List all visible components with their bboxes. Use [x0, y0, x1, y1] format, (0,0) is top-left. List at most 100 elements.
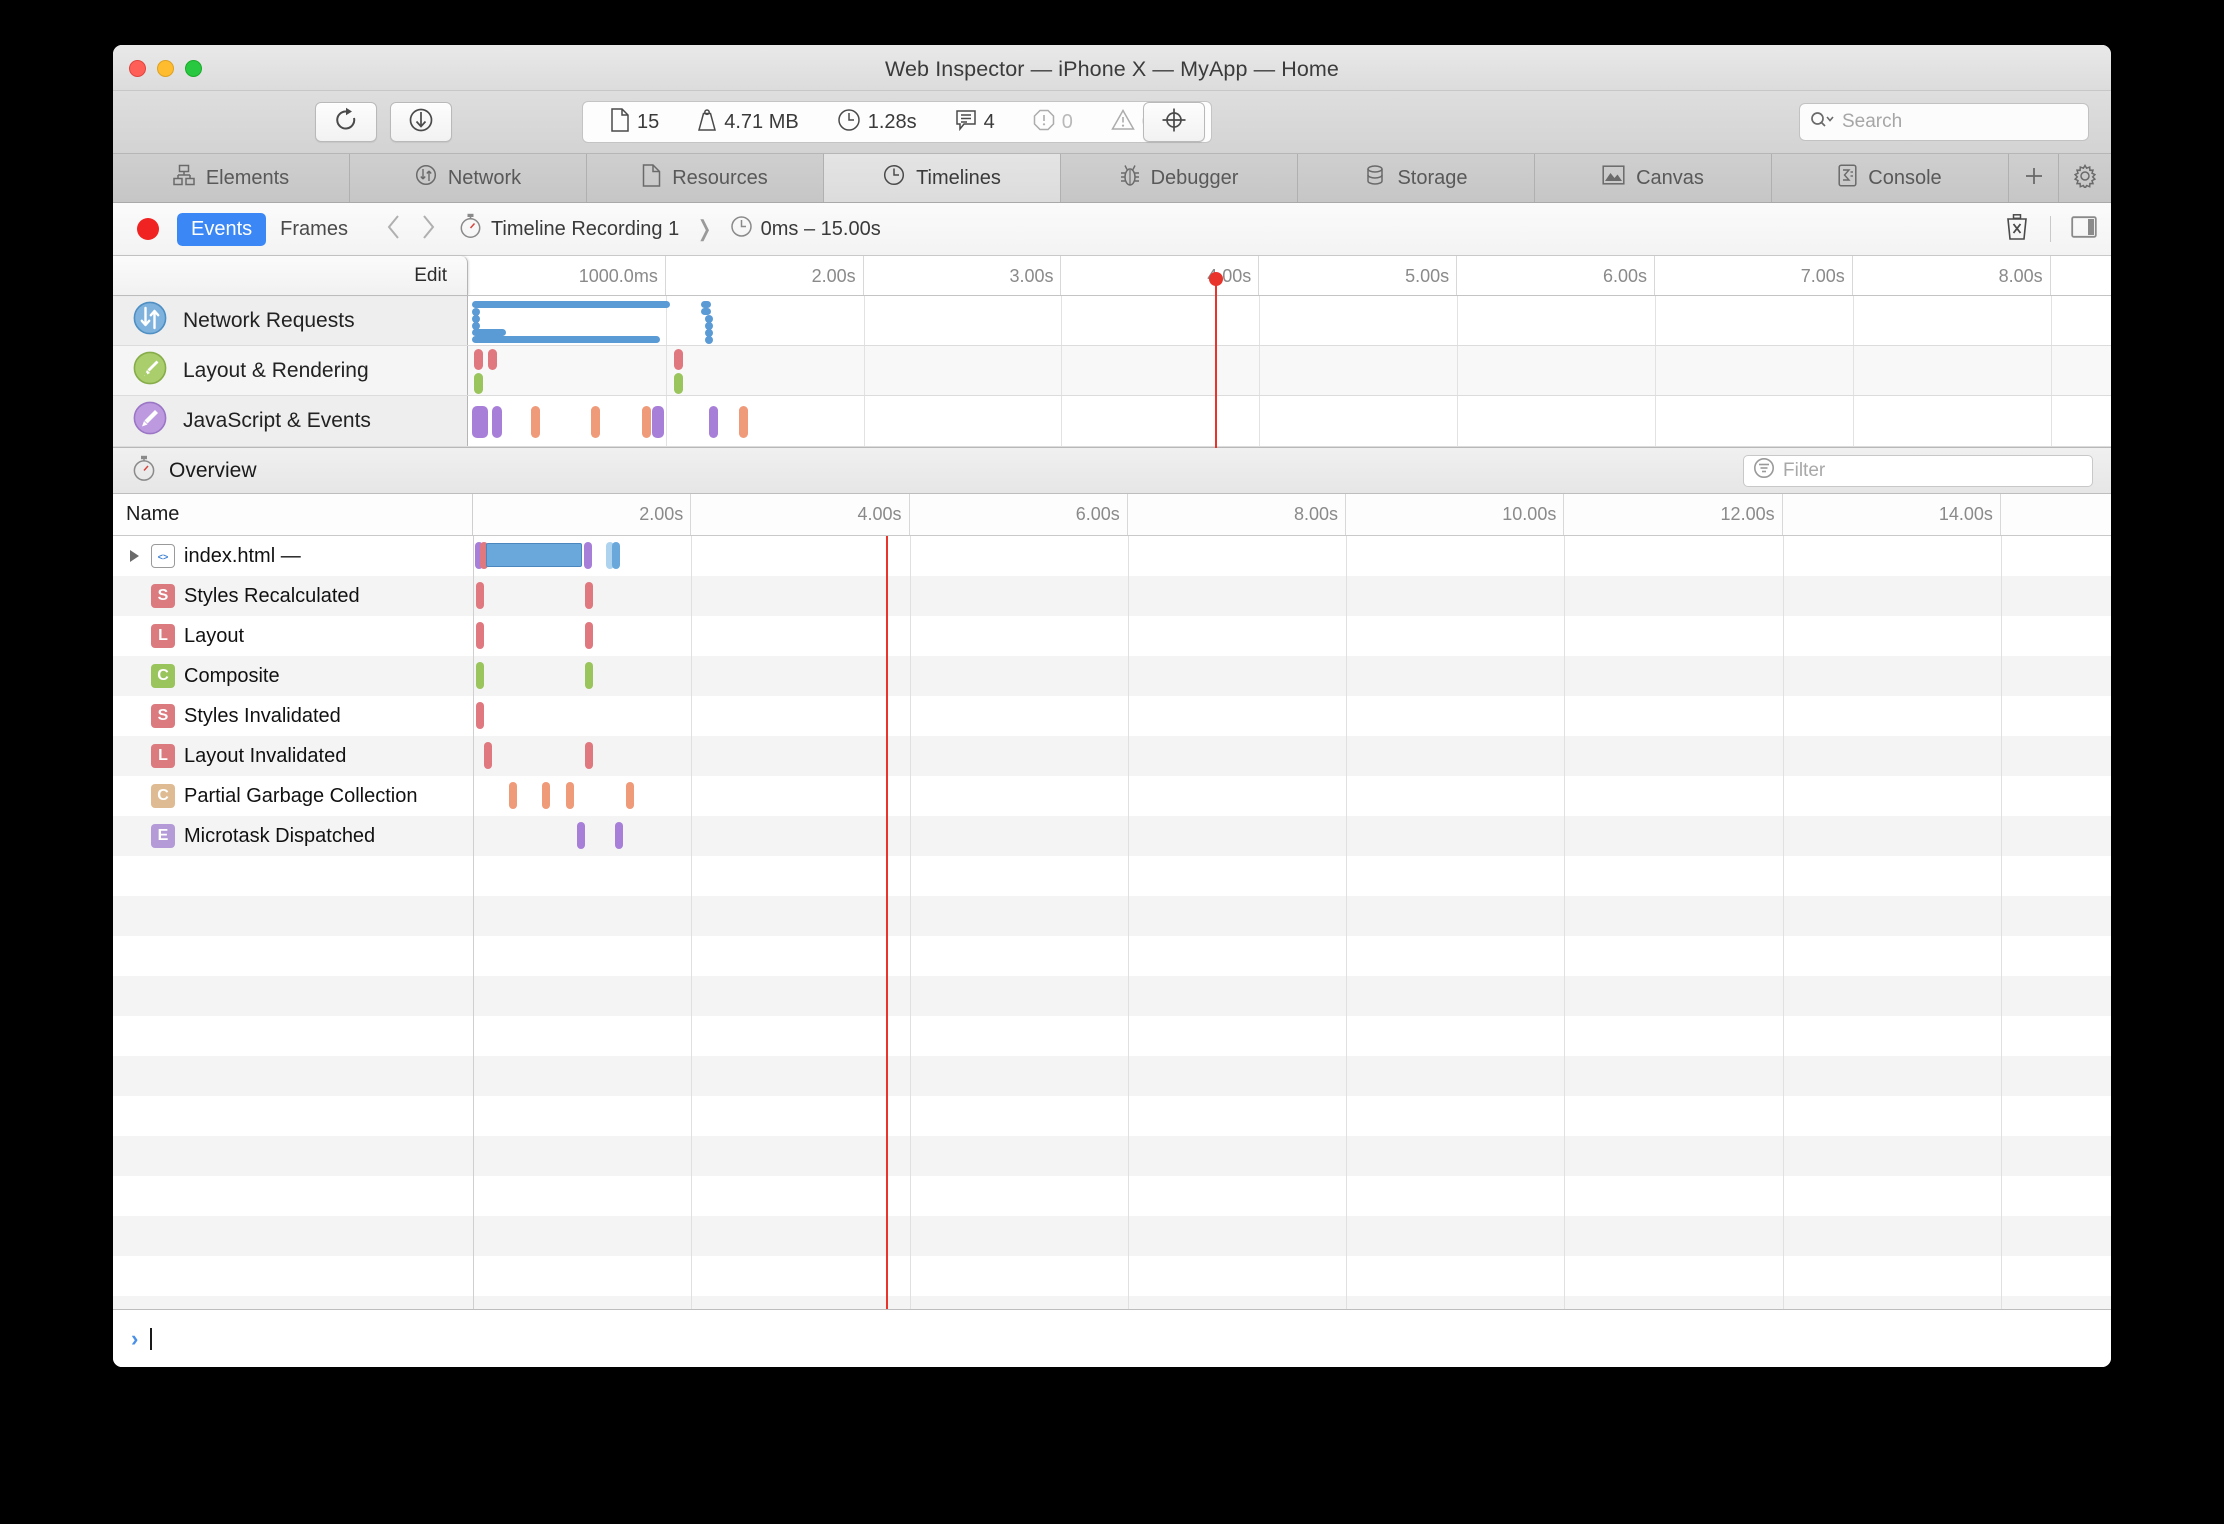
detail-span-block[interactable] [486, 543, 583, 567]
column-header-name[interactable]: Name [113, 494, 473, 535]
script-event-bar[interactable] [590, 406, 600, 438]
network-request-bar[interactable] [705, 336, 714, 344]
detail-event-mark[interactable] [565, 782, 574, 809]
tab-storage[interactable]: Storage [1298, 154, 1535, 202]
detail-event-mark[interactable] [585, 742, 594, 769]
script-event-bar[interactable] [651, 406, 664, 438]
table-row[interactable]: S Styles Recalculated [113, 576, 2111, 616]
recording-name[interactable]: Timeline Recording 1 [491, 218, 679, 241]
network-request-bar[interactable] [471, 301, 670, 308]
inspect-target-icon [1161, 107, 1187, 138]
detail-event-mark[interactable] [476, 662, 485, 689]
split-pane-icon[interactable] [2071, 214, 2097, 245]
detail-event-mark[interactable] [614, 822, 623, 849]
detail-row-track[interactable] [473, 536, 2111, 576]
add-tab-button[interactable] [2009, 154, 2059, 202]
detail-row-name-cell: L Layout [113, 624, 473, 648]
resources-icon [642, 163, 661, 193]
overview-scrubber[interactable] [1208, 272, 1223, 448]
detail-event-mark[interactable] [541, 782, 550, 809]
table-row[interactable]: S Styles Invalidated [113, 696, 2111, 736]
stopwatch-icon [458, 213, 483, 245]
table-row[interactable]: C Composite [113, 656, 2111, 696]
overview-row-layout[interactable]: Layout & Rendering [113, 346, 2111, 396]
layout-event-bar[interactable] [473, 349, 483, 370]
tab-console[interactable]: Console [1772, 154, 2009, 202]
detail-table-body[interactable]: <> index.html — S Styles Recalculated L Layou… [113, 536, 2111, 1309]
chevron-right-icon[interactable] [420, 214, 436, 245]
chevron-left-icon[interactable] [386, 214, 402, 245]
overview-edit-button[interactable]: Edit [113, 256, 468, 295]
view-mode-events[interactable]: Events [177, 212, 267, 246]
event-type-badge: E [151, 824, 175, 848]
inspector-settings-button[interactable] [2059, 154, 2111, 202]
detail-event-mark[interactable] [476, 582, 485, 609]
search-field[interactable]: Search [1799, 103, 2089, 141]
record-dot-icon[interactable] [137, 218, 159, 240]
detail-event-mark[interactable] [625, 782, 634, 809]
detail-row-track[interactable] [473, 616, 2111, 656]
detail-row-track[interactable] [473, 576, 2111, 616]
script-event-bar[interactable] [471, 406, 488, 438]
table-row[interactable]: E Microtask Dispatched [113, 816, 2111, 856]
inspect-element-button[interactable] [1143, 102, 1205, 142]
detail-event-mark[interactable] [476, 702, 485, 729]
script-event-bar[interactable] [739, 406, 749, 438]
scrubber-handle[interactable] [1208, 272, 1223, 286]
detail-event-mark[interactable] [576, 822, 585, 849]
script-event-bar[interactable] [642, 406, 652, 438]
overview-row-javascript[interactable]: JavaScript & Events [113, 396, 2111, 447]
message-icon [955, 109, 977, 136]
script-event-bar[interactable] [709, 406, 719, 438]
layout-event-bar[interactable] [487, 349, 497, 370]
reload-button[interactable] [315, 102, 377, 142]
tab-canvas[interactable]: Canvas [1535, 154, 1772, 202]
detail-event-mark[interactable] [611, 542, 620, 569]
overview-row-network[interactable]: Network Requests [113, 296, 2111, 346]
detail-row-track[interactable] [473, 696, 2111, 736]
overview-row-javascript-graph[interactable] [468, 396, 2111, 446]
filter-placeholder: Filter [1783, 459, 1826, 481]
detail-event-mark[interactable] [585, 582, 594, 609]
detail-event-mark[interactable] [483, 742, 492, 769]
overview-row-layout-graph[interactable] [468, 346, 2111, 395]
layout-event-bar[interactable] [673, 349, 683, 370]
detail-event-mark[interactable] [584, 542, 593, 569]
detail-event-mark[interactable] [476, 622, 485, 649]
network-request-bar[interactable] [701, 308, 712, 315]
detail-row-track[interactable] [473, 816, 2111, 856]
network-request-bar[interactable] [471, 336, 660, 343]
trash-clear-icon[interactable] [2004, 213, 2030, 246]
breadcrumb-separator: ❭ [695, 216, 714, 241]
table-row[interactable]: L Layout [113, 616, 2111, 656]
filter-input[interactable]: Filter [1743, 454, 2093, 487]
tab-debugger[interactable]: Debugger [1061, 154, 1298, 202]
network-request-bar[interactable] [701, 301, 712, 308]
overview-row-network-graph[interactable] [468, 296, 2111, 345]
detail-scrubber[interactable] [885, 536, 888, 1309]
tab-network[interactable]: Network [350, 154, 587, 202]
javascript-icon [133, 401, 167, 441]
tab-timelines[interactable]: Timelines [824, 154, 1061, 202]
table-row[interactable]: L Layout Invalidated [113, 736, 2111, 776]
script-event-bar[interactable] [491, 406, 502, 438]
gridline [1654, 296, 1656, 345]
detail-event-mark[interactable] [585, 662, 594, 689]
table-row[interactable]: C Partial Garbage Collection [113, 776, 2111, 816]
script-event-bar[interactable] [531, 406, 541, 438]
layout-event-bar[interactable] [473, 373, 483, 394]
view-mode-frames[interactable]: Frames [266, 213, 362, 246]
network-request-bar[interactable] [471, 329, 506, 336]
detail-row-track[interactable] [473, 736, 2111, 776]
detail-event-mark[interactable] [509, 782, 517, 809]
table-row[interactable]: <> index.html — [113, 536, 2111, 576]
layout-event-bar[interactable] [673, 373, 683, 394]
console-prompt[interactable]: › [113, 1309, 2111, 1367]
download-button[interactable] [390, 102, 452, 142]
detail-row-track[interactable] [473, 776, 2111, 816]
detail-row-track[interactable] [473, 656, 2111, 696]
detail-event-mark[interactable] [585, 622, 594, 649]
tab-elements[interactable]: Elements [113, 154, 350, 202]
disclosure-triangle-icon[interactable] [126, 548, 142, 564]
tab-resources[interactable]: Resources [587, 154, 824, 202]
